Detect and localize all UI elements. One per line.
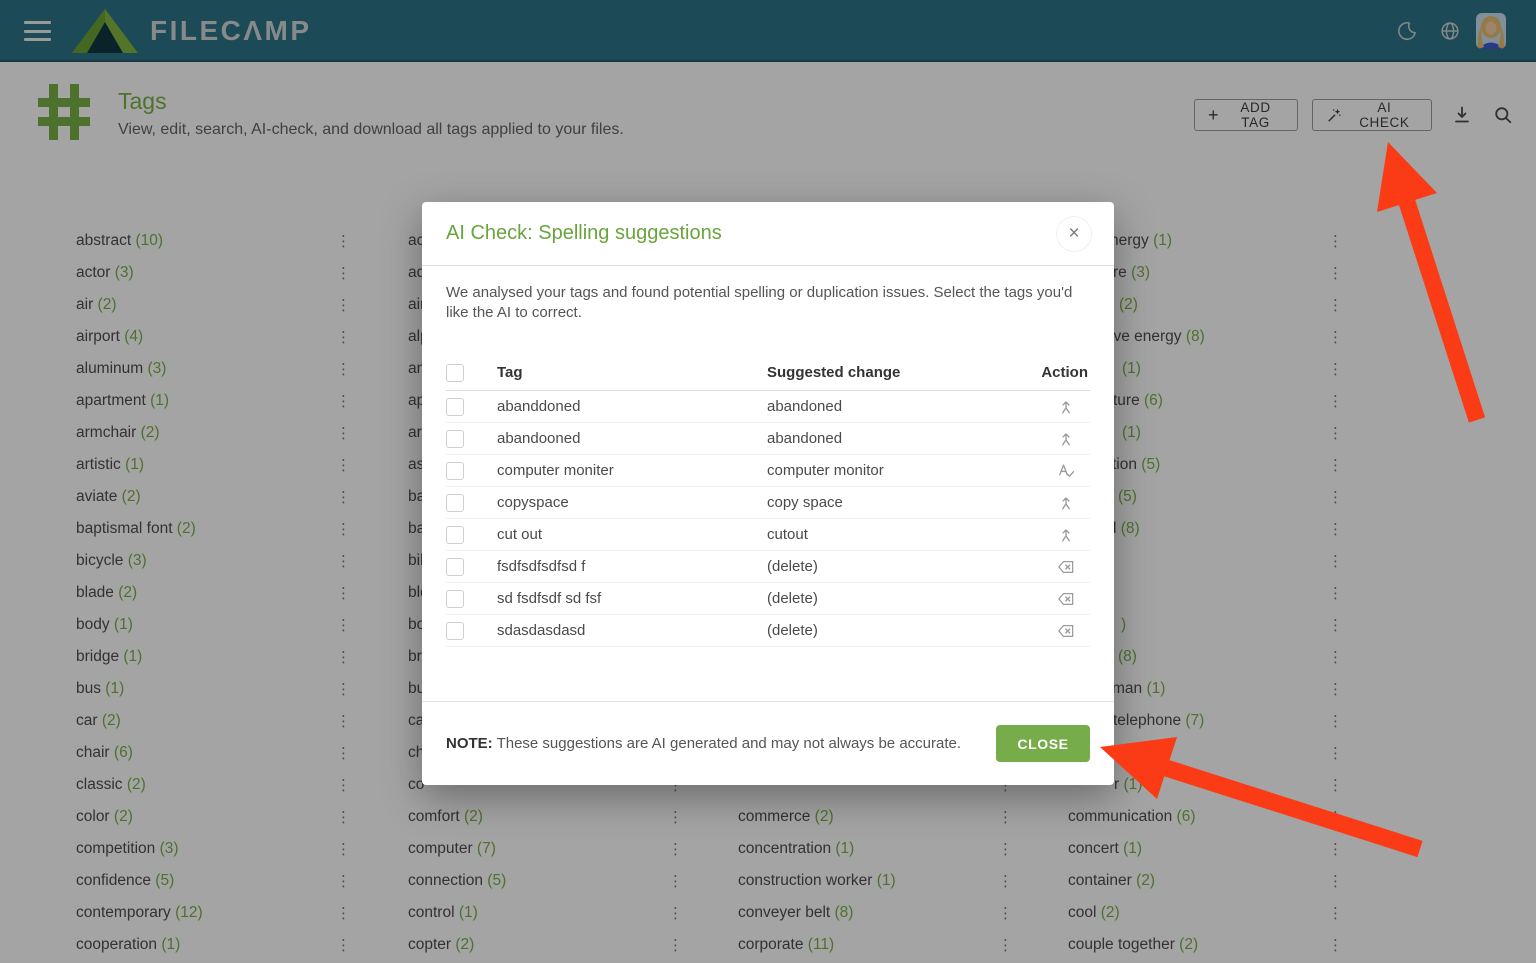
suggestion-change: (delete) (767, 590, 1020, 607)
row-checkbox[interactable] (446, 398, 464, 416)
column-header-tag: Tag (497, 364, 767, 381)
suggestion-tag: abandooned (497, 430, 767, 447)
modal-footer: NOTE: These suggestions are AI generated… (422, 701, 1114, 785)
suggestion-tag: computer moniter (497, 462, 767, 479)
suggestion-row: cut outcutout (446, 519, 1090, 551)
modal-description: We analysed your tags and found potentia… (446, 283, 1094, 323)
suggestion-row: abanddonedabandoned (446, 391, 1090, 423)
row-checkbox[interactable] (446, 590, 464, 608)
row-checkbox[interactable] (446, 526, 464, 544)
column-header-action: Action (1020, 364, 1090, 381)
suggestion-tag: sdasdasdasd (497, 622, 767, 639)
suggestion-row: sdasdasdasd(delete) (446, 615, 1090, 647)
suggestions-table: Tag Suggested change Action abanddonedab… (446, 355, 1090, 647)
suggestion-change: copy space (767, 494, 1020, 511)
row-checkbox[interactable] (446, 622, 464, 640)
suggestion-tag: abanddoned (497, 398, 767, 415)
suggestion-change: (delete) (767, 558, 1020, 575)
backspace-icon (1020, 621, 1090, 641)
suggestion-tag: sd fsdfsdf sd fsf (497, 590, 767, 607)
close-button[interactable]: CLOSE (996, 725, 1090, 762)
row-checkbox[interactable] (446, 462, 464, 480)
modal-title: AI Check: Spelling suggestions (446, 222, 722, 245)
suggestion-change: abandoned (767, 398, 1020, 415)
suggestion-change: cutout (767, 526, 1020, 543)
suggestion-tag: fsdfsdfsdfsd f (497, 558, 767, 575)
row-checkbox[interactable] (446, 494, 464, 512)
modal-header: AI Check: Spelling suggestions × (422, 202, 1114, 266)
suggestion-change: (delete) (767, 622, 1020, 639)
suggestion-row: abandoonedabandoned (446, 423, 1090, 455)
close-icon[interactable]: × (1056, 216, 1092, 252)
suggestions-table-header: Tag Suggested change Action (446, 355, 1090, 391)
select-all-checkbox[interactable] (446, 364, 464, 382)
suggestions-table-body: abanddonedabandonedabandoonedabandonedco… (446, 391, 1090, 647)
suggestion-row: fsdfsdfsdfsd f(delete) (446, 551, 1090, 583)
backspace-icon (1020, 589, 1090, 609)
merge-icon (1020, 525, 1090, 545)
suggestion-row: computer monitercomputer monitor (446, 455, 1090, 487)
ai-check-modal: AI Check: Spelling suggestions × We anal… (422, 202, 1114, 785)
merge-icon (1020, 429, 1090, 449)
row-checkbox[interactable] (446, 430, 464, 448)
row-checkbox[interactable] (446, 558, 464, 576)
suggestion-tag: copyspace (497, 494, 767, 511)
modal-note: NOTE: These suggestions are AI generated… (446, 735, 961, 752)
suggestion-row: sd fsdfsdf sd fsf(delete) (446, 583, 1090, 615)
suggestion-row: copyspacecopy space (446, 487, 1090, 519)
spellcheck-icon (1020, 461, 1090, 481)
suggestion-change: computer monitor (767, 462, 1020, 479)
suggestion-change: abandoned (767, 430, 1020, 447)
suggestion-tag: cut out (497, 526, 767, 543)
backspace-icon (1020, 557, 1090, 577)
column-header-suggested: Suggested change (767, 364, 1020, 381)
merge-icon (1020, 397, 1090, 417)
merge-icon (1020, 493, 1090, 513)
